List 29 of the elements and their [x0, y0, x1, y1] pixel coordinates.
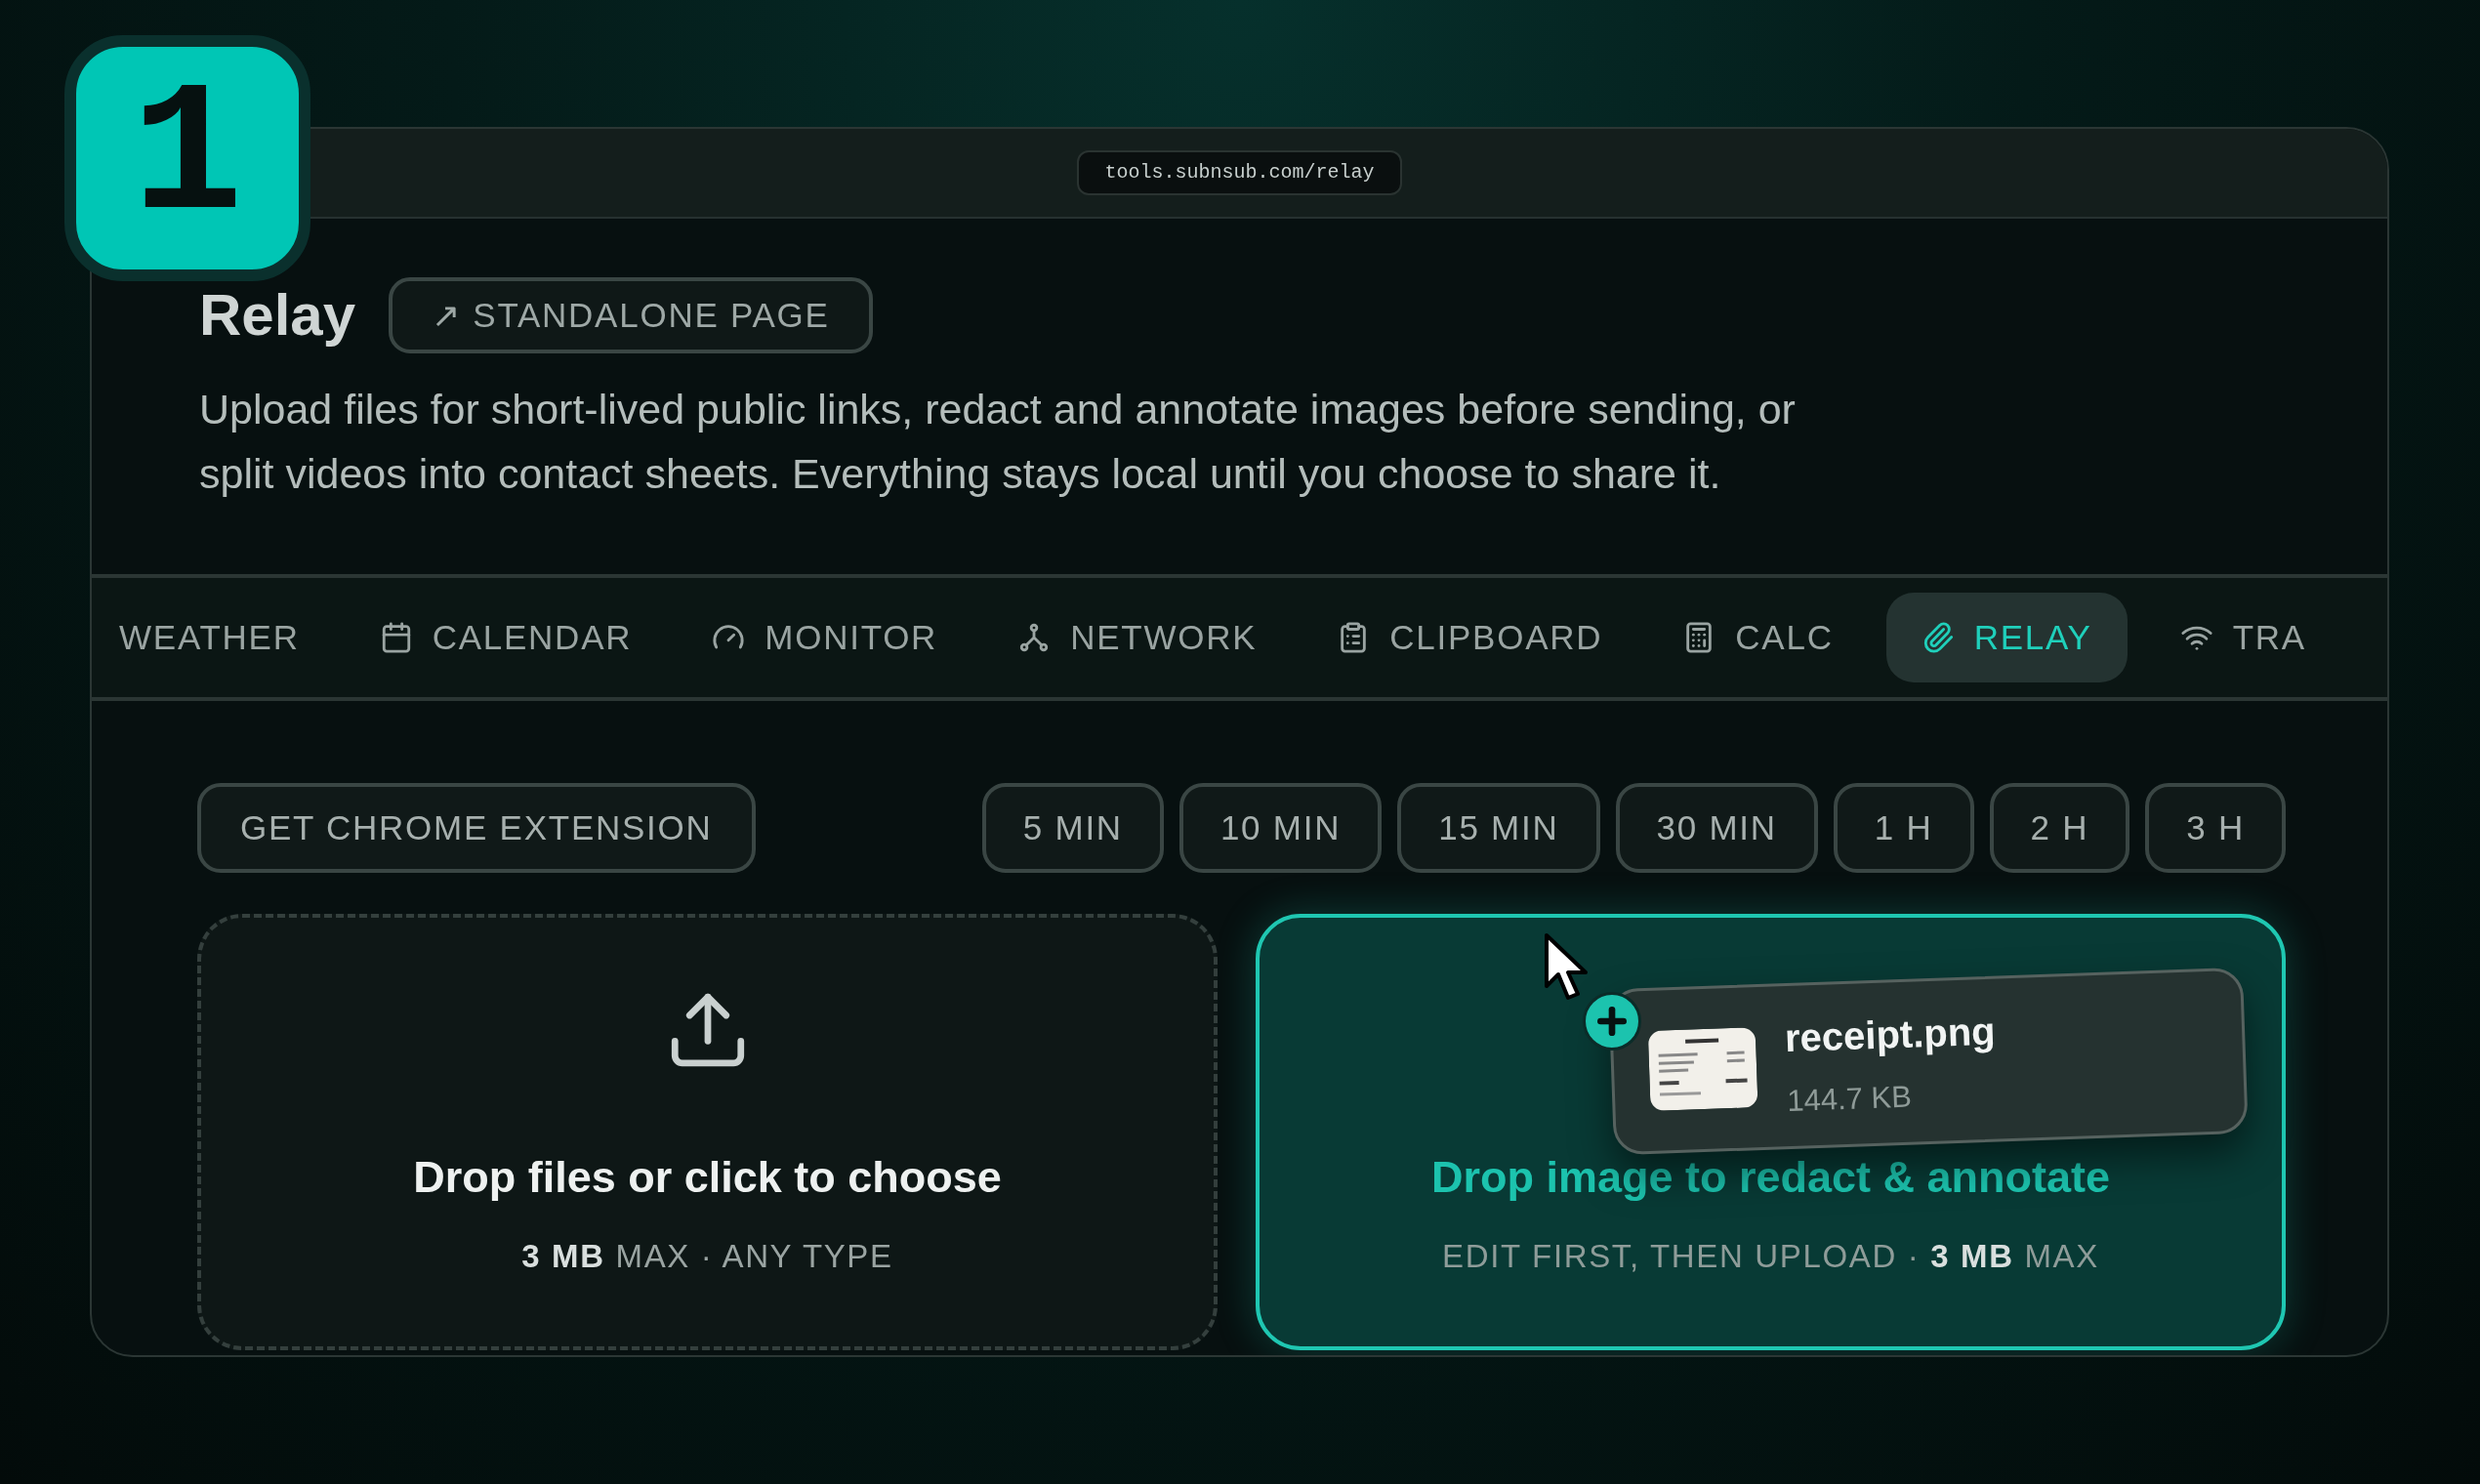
url-field[interactable]: tools.subnsub.com/relay: [1077, 150, 1402, 195]
drop-zone[interactable]: Drop image to redact & annotate EDIT FIRST, THEN UPLOAD · 3 MB MAX receipt.png 144.7 KB: [1256, 914, 2286, 1350]
page-description: Upload files for short-lived public links, redact and annotate images before sending, or split videos into contact sheets. Everything stays local until you choose to share it.: [199, 385, 1797, 499]
standalone-page-button[interactable]: ↗ STANDALONE PAGE: [389, 277, 873, 353]
duration-button[interactable]: 2 H: [1989, 783, 2130, 873]
tab[interactable]: TRA: [2152, 593, 2334, 682]
duration-button[interactable]: 3 H: [2145, 783, 2286, 873]
tab[interactable]: CALC: [1655, 593, 1861, 682]
tab[interactable]: WEATHER: [92, 593, 327, 682]
page-title: Relay: [199, 286, 356, 345]
drop-zone-hint: 3 MB MAX · ANY TYPE: [521, 1236, 893, 1276]
duration-button[interactable]: 1 H: [1833, 783, 1974, 873]
drop-zone-title: Drop image to redact & annotate: [1430, 1151, 2111, 1204]
duration-button[interactable]: 5 MIN: [981, 783, 1164, 873]
drop-zone-title: Drop files or click to choose: [413, 1151, 1002, 1204]
chrome-extension-button[interactable]: GET CHROME EXTENSION: [197, 783, 756, 873]
tab[interactable]: MONITOR: [684, 593, 966, 682]
duration-button[interactable]: 10 MIN: [1178, 783, 1383, 873]
tab[interactable]: CLIPBOARD: [1309, 593, 1631, 682]
tab[interactable]: CALENDAR: [351, 593, 660, 682]
duration-button[interactable]: 15 MIN: [1397, 783, 1600, 873]
step-badge: 1: [64, 35, 310, 281]
drop-zone-hint: EDIT FIRST, THEN UPLOAD · 3 MB MAX: [1442, 1236, 2099, 1276]
drop-zone[interactable]: Drop files or click to choose 3 MB MAX · ANY TYPE: [197, 914, 1218, 1350]
file-size: 144.7 KB: [1786, 1078, 1914, 1120]
file-name: receipt.png: [1784, 1008, 1997, 1061]
tab[interactable]: NETWORK: [990, 593, 1285, 682]
duration-button[interactable]: 30 MIN: [1615, 783, 1818, 873]
tab[interactable]: RELAY: [1885, 593, 2128, 682]
